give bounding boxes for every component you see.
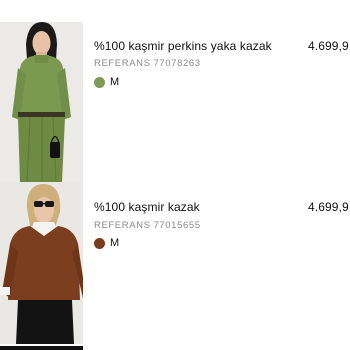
- color-swatch: [94, 77, 105, 88]
- reference-label: REFERANS: [94, 220, 151, 231]
- reference-number: 77015655: [153, 220, 201, 231]
- product-reference: REFERANS 77015655: [94, 220, 204, 231]
- size-label: M: [110, 237, 120, 249]
- product-image[interactable]: [0, 182, 83, 344]
- product-reference: REFERANS 77078263: [94, 58, 204, 69]
- product-price: 4.699,9: [308, 200, 349, 214]
- product-title[interactable]: %100 kaşmir perkins yaka kazak: [94, 39, 272, 53]
- reference-number: 77078263: [153, 58, 201, 69]
- product-price: 4.699,9: [308, 39, 349, 53]
- color-swatch: [94, 238, 105, 249]
- cart-item: %100 kaşmir kazak 4.699,9 REFERANS 770156…: [0, 182, 350, 350]
- cart-item: %100 kaşmir perkins yaka kazak 4.699,9 R…: [0, 0, 350, 188]
- size-label: M: [110, 76, 120, 88]
- product-image[interactable]: [0, 22, 83, 182]
- next-item-image-edge: [0, 346, 83, 350]
- product-title[interactable]: %100 kaşmir kazak: [94, 200, 200, 214]
- reference-label: REFERANS: [94, 58, 151, 69]
